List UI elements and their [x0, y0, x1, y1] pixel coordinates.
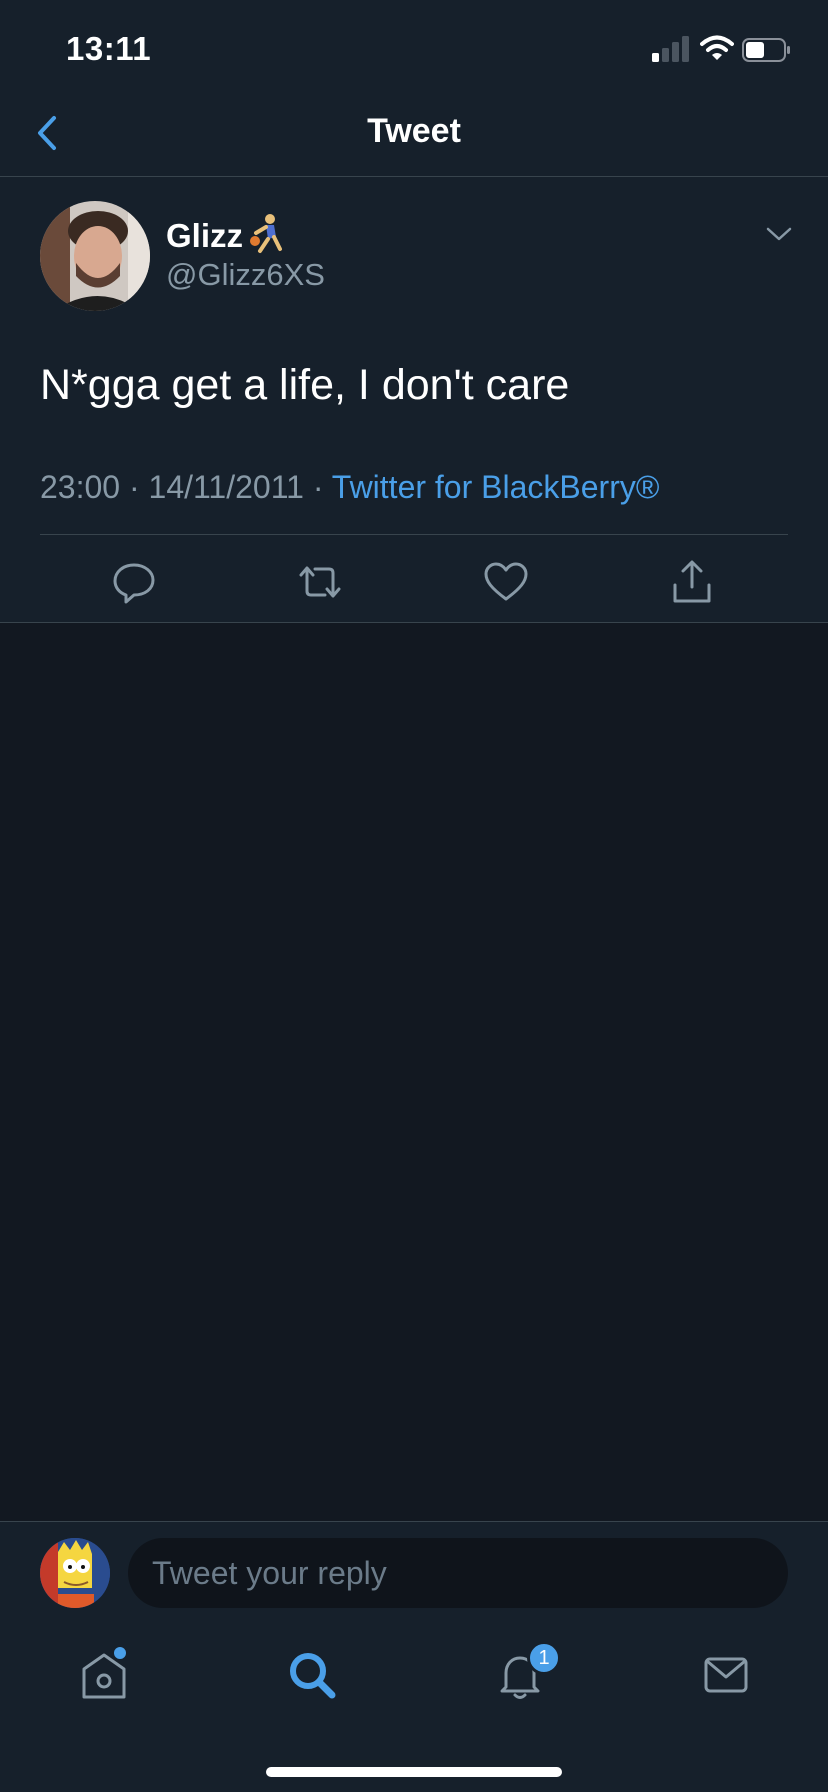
tweet-card: Glizz @Glizz6XS N*gga get a life, I don'…	[0, 177, 828, 623]
reply-icon[interactable]	[109, 557, 159, 607]
tweet-text: N*gga get a life, I don't care	[40, 361, 570, 409]
home-indicator	[266, 1767, 562, 1777]
user-avatar[interactable]	[40, 1538, 110, 1608]
notification-badge: 1	[527, 1641, 561, 1675]
display-name[interactable]: Glizz	[166, 217, 243, 255]
page-title: Tweet	[367, 112, 461, 150]
tweet-time: 23:00	[40, 469, 121, 505]
divider	[40, 534, 788, 535]
signal-icon	[652, 36, 689, 62]
tweet-date: 14/11/2011	[148, 469, 304, 505]
basketball-player-emoji	[250, 214, 282, 253]
messages-icon[interactable]	[698, 1647, 754, 1703]
home-icon[interactable]	[76, 1647, 132, 1703]
tweet-detail-screen: 13:11 Tweet Glizz @Glizz6XS N*gga get a …	[0, 0, 828, 1792]
meta-separator: ·	[128, 469, 140, 505]
tweet-source-link[interactable]: Twitter for BlackBerry®	[332, 469, 660, 505]
battery-icon	[742, 38, 790, 62]
search-icon[interactable]	[284, 1647, 340, 1703]
meta-separator: ·	[312, 469, 324, 505]
tab-bar: 1	[0, 1621, 828, 1792]
nav-header: Tweet	[0, 100, 828, 177]
share-icon[interactable]	[667, 557, 717, 607]
wifi-icon	[700, 35, 734, 60]
reply-input[interactable]	[128, 1538, 788, 1608]
status-time: 13:11	[66, 30, 152, 67]
chevron-down-icon[interactable]	[762, 221, 796, 247]
reply-bar	[0, 1521, 828, 1621]
like-icon[interactable]	[481, 557, 531, 607]
retweet-icon[interactable]	[295, 557, 345, 607]
tweet-meta: 23:00 · 14/11/2011 · Twitter for BlackBe…	[40, 469, 659, 506]
status-bar: 13:11	[0, 0, 828, 100]
author-avatar[interactable]	[40, 201, 150, 311]
author-handle[interactable]: @Glizz6XS	[166, 257, 325, 293]
